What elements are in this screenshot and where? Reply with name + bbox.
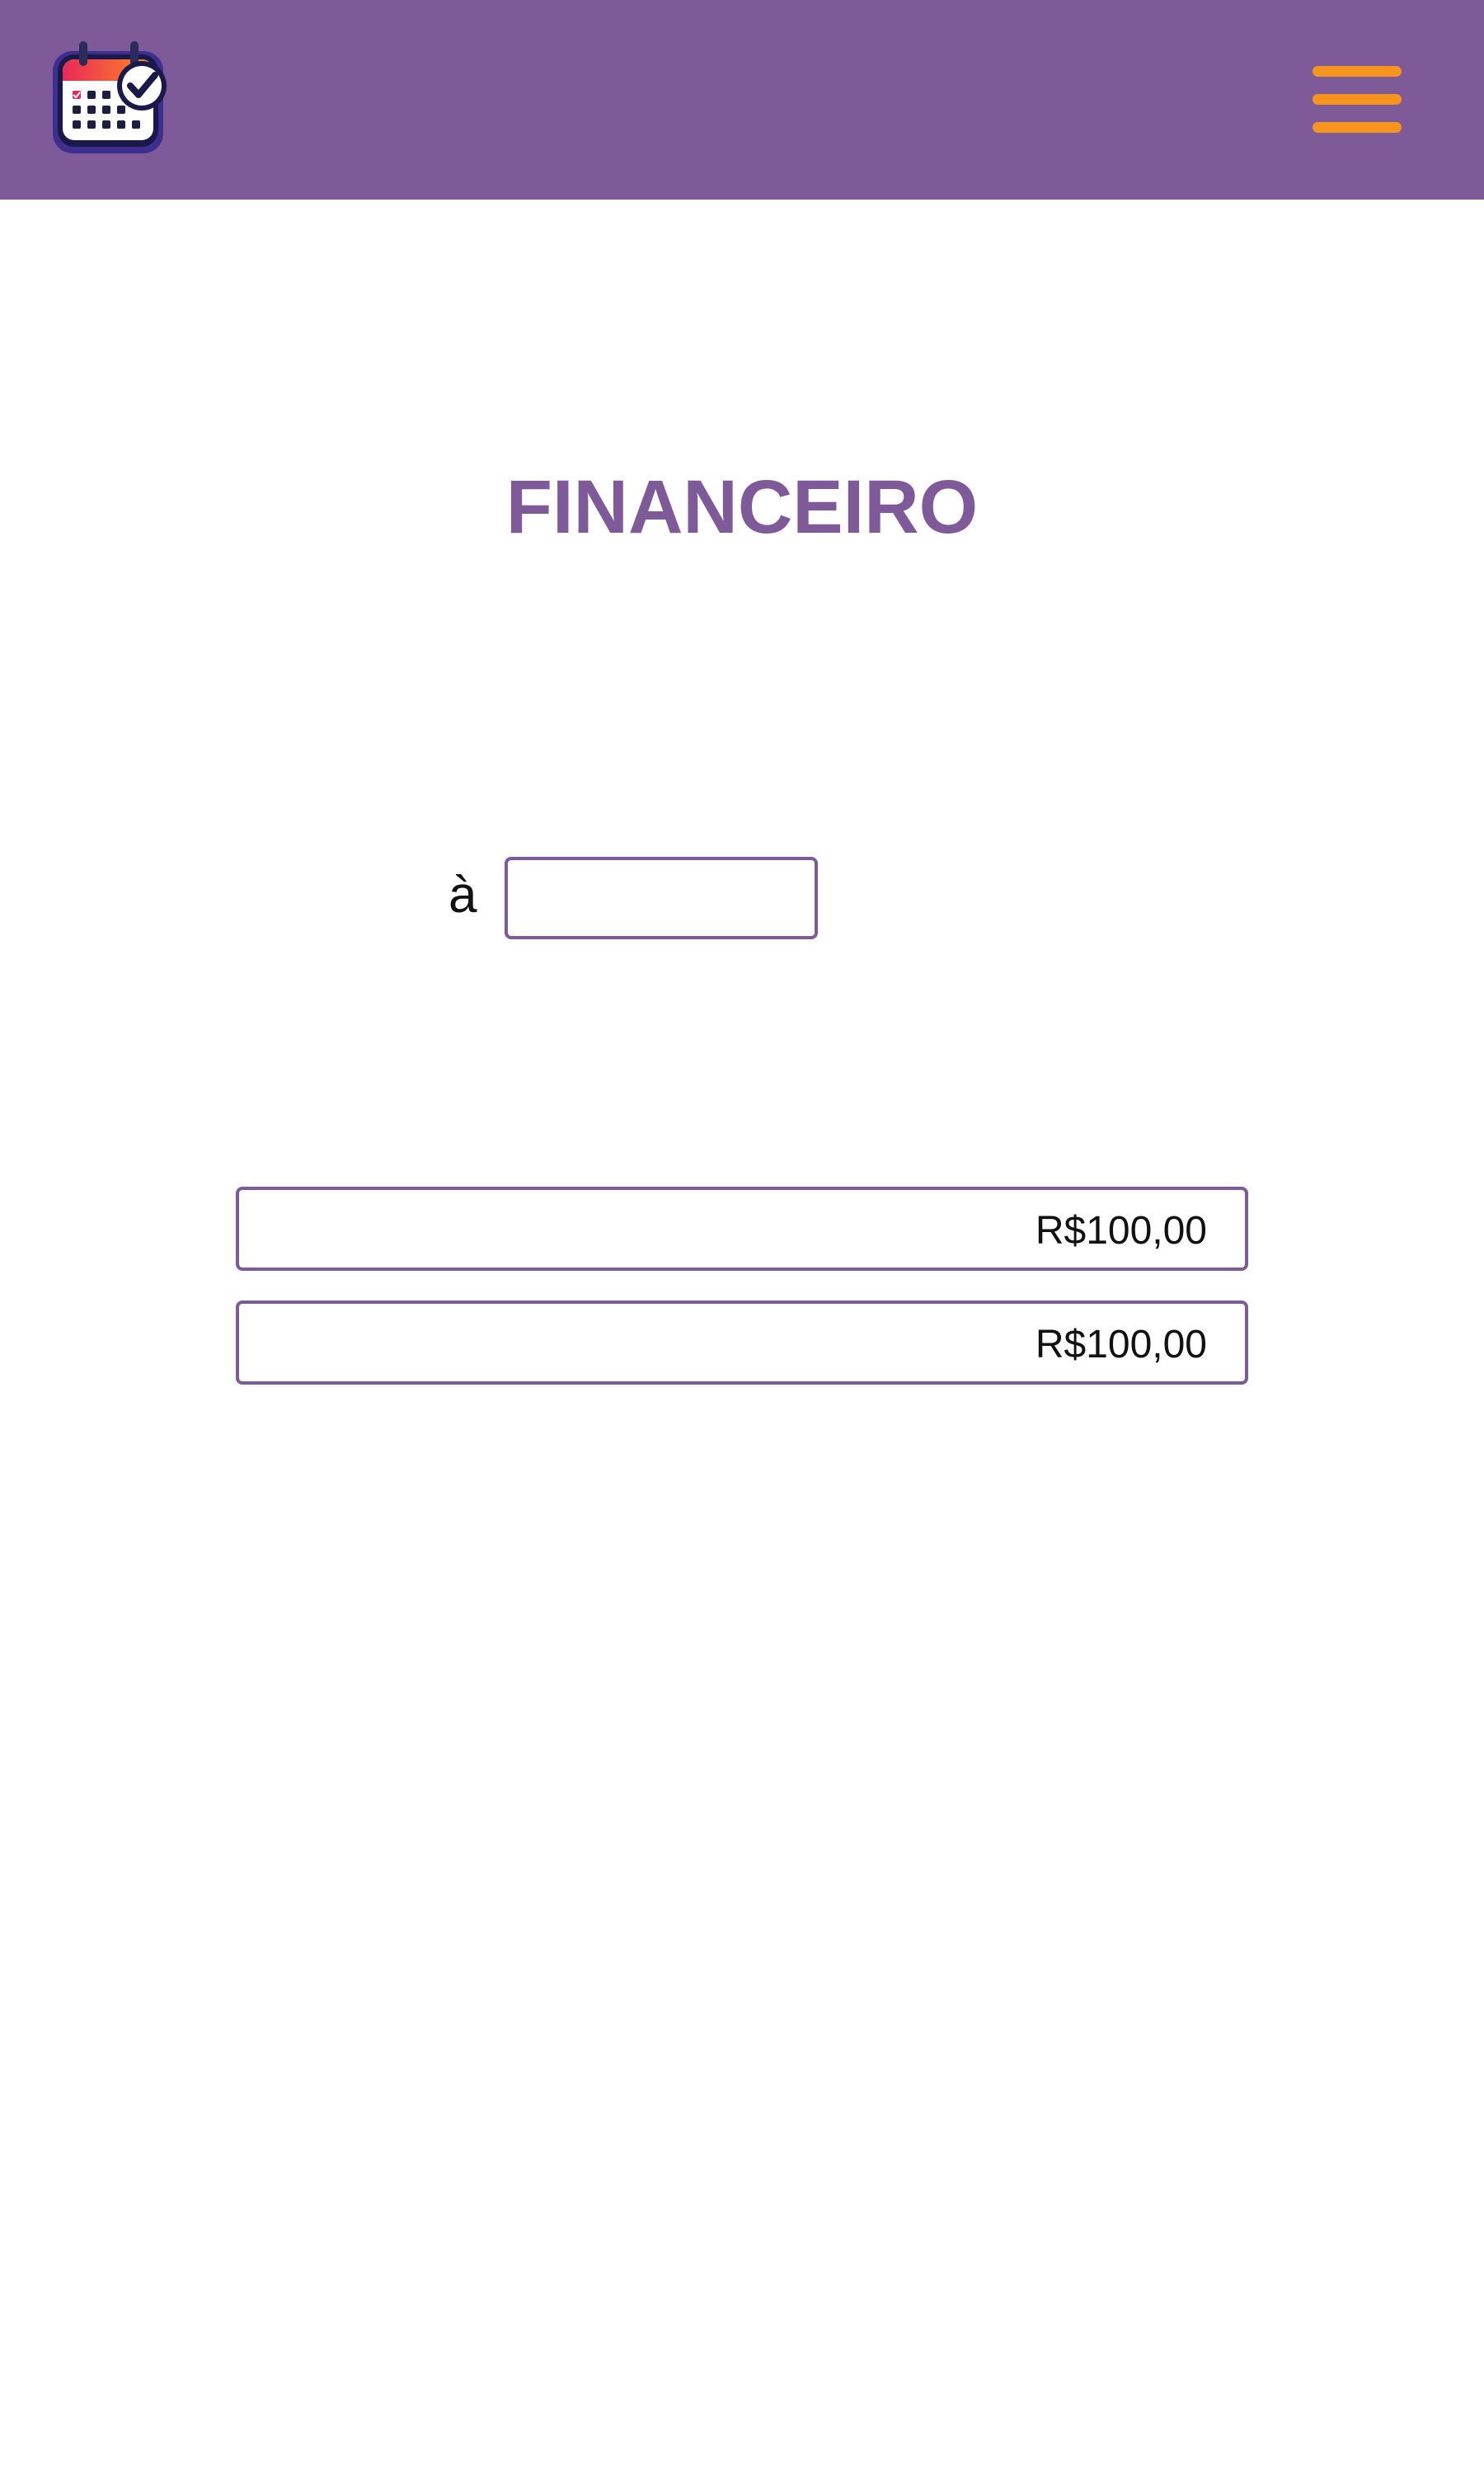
amount-value: R$100,00 <box>1035 1323 1207 1366</box>
date-range-separator: à <box>448 867 477 924</box>
menu-bar-top <box>1313 66 1402 77</box>
app-screen: FINANCEIRO à R$100,00 R$100,00 <box>0 0 1484 2474</box>
calendar-check-icon[interactable] <box>48 36 173 162</box>
hamburger-menu-icon[interactable] <box>1309 61 1405 139</box>
top-bar <box>0 0 1484 200</box>
amount-field-1[interactable]: R$100,00 <box>236 1187 1248 1271</box>
page-title: FINANCEIRO <box>505 464 979 549</box>
menu-bar-bottom <box>1313 122 1402 133</box>
amount-field-2[interactable]: R$100,00 <box>236 1300 1248 1385</box>
amount-value: R$100,00 <box>1035 1209 1207 1253</box>
menu-bar-middle <box>1313 94 1402 105</box>
end-date-input[interactable] <box>505 857 818 939</box>
